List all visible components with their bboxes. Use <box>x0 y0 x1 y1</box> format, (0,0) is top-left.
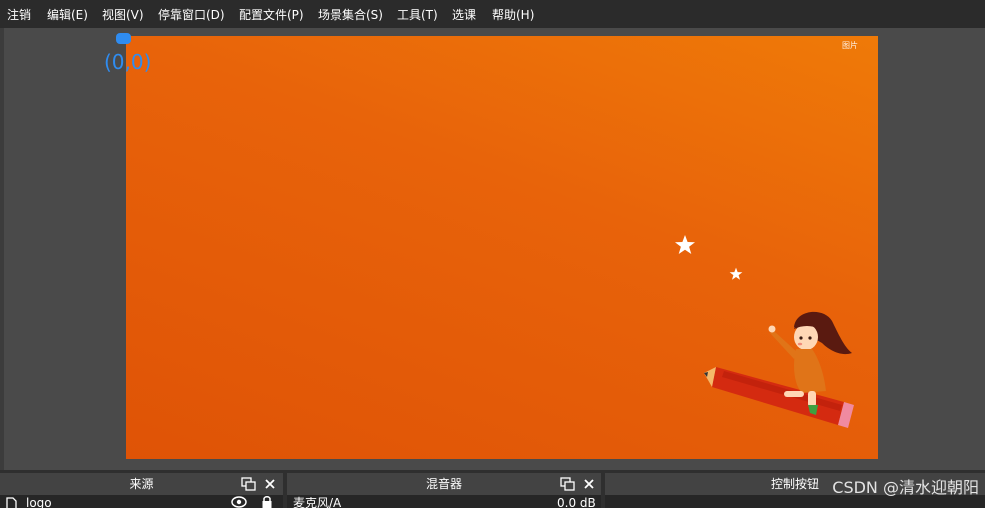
mixer-level-readout: 0.0 dB <box>557 496 596 508</box>
float-window-icon[interactable] <box>559 476 575 492</box>
source-item-label[interactable]: logo <box>26 496 52 508</box>
file-icon <box>6 497 17 508</box>
mixer-dock-header: 混音器 <box>287 473 601 495</box>
eye-icon[interactable] <box>231 496 247 508</box>
girl-on-pencil-illustration <box>704 311 854 428</box>
preview-canvas[interactable]: 图片 <box>126 36 878 459</box>
menu-item-scene-collection[interactable]: 场景集合(S) <box>318 0 383 28</box>
close-icon[interactable] <box>262 476 278 492</box>
mixer-dock: 混音器 麦克风/A 0.0 dB <box>287 473 601 508</box>
menu-item-courses[interactable]: 选课 <box>452 0 476 28</box>
menu-item-tools[interactable]: 工具(T) <box>397 0 438 28</box>
watermark: CSDN @清水迎朝阳 <box>832 478 979 497</box>
menu-item-profile[interactable]: 配置文件(P) <box>239 0 304 28</box>
menu-bar: 注销 编辑(E) 视图(V) 停靠窗口(D) 配置文件(P) 场景集合(S) 工… <box>0 0 985 28</box>
mixer-list: 麦克风/A 0.0 dB <box>287 495 601 508</box>
menu-item-view[interactable]: 视图(V) <box>102 0 144 28</box>
mixer-channel-label: 麦克风/A <box>293 496 342 508</box>
sources-list: logo <box>0 495 283 508</box>
mixer-dock-title: 混音器 <box>425 477 462 491</box>
menu-item-logout[interactable]: 注销 <box>7 0 31 28</box>
preview-area[interactable]: 图片 <box>4 28 985 470</box>
close-icon[interactable] <box>581 476 597 492</box>
origin-coordinate-label: (0,0) <box>104 50 152 74</box>
float-window-icon[interactable] <box>240 476 256 492</box>
star-icon <box>675 235 695 254</box>
menu-item-docks[interactable]: 停靠窗口(D) <box>158 0 225 28</box>
menu-item-help[interactable]: 帮助(H) <box>492 0 534 28</box>
sources-dock: 来源 logo <box>0 473 283 508</box>
small-star-icon <box>729 267 743 280</box>
corner-logo: 图片 <box>842 41 858 50</box>
sources-dock-header: 来源 <box>0 473 283 495</box>
lock-icon[interactable] <box>261 495 273 508</box>
menu-item-edit[interactable]: 编辑(E) <box>47 0 88 28</box>
origin-handle[interactable] <box>116 33 131 44</box>
